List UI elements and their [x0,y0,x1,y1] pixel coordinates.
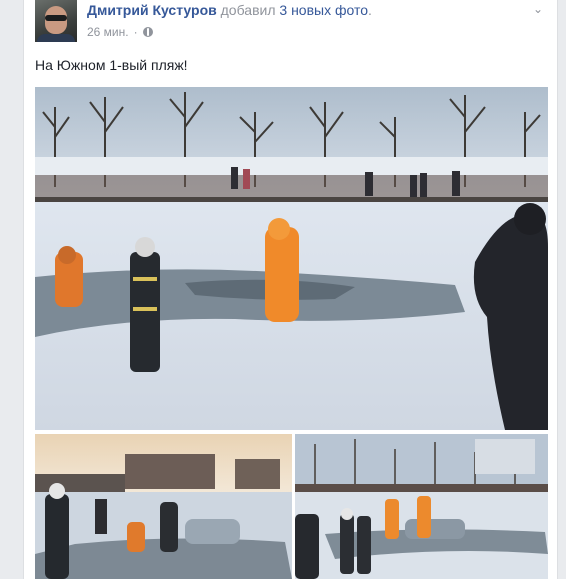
post-action: добавил [220,2,276,18]
photo-thumbnail-3-image [295,434,548,579]
author-name[interactable]: Дмитрий Кустуров [87,2,217,18]
post-meta: 26 мин. · [87,25,153,39]
user-avatar[interactable] [35,0,77,42]
meta-separator: · [133,25,138,39]
main-photo-image [35,87,548,430]
post-timestamp[interactable]: 26 мин. [87,25,129,39]
avatar-sunglasses [45,15,67,21]
chevron-down-icon[interactable]: ⌄ [531,3,545,15]
post-text: На Южном 1-вый пляж! [35,57,188,73]
photo-thumbnail-2-image [35,434,292,579]
post-header: Дмитрий Кустуров добавил 3 новых фото. [87,2,372,18]
post-card: Дмитрий Кустуров добавил 3 новых фото. 2… [23,0,558,579]
photo-thumbnail-2[interactable] [35,434,292,579]
globe-icon[interactable] [142,27,153,37]
photo-thumbnail-3[interactable] [295,434,548,579]
main-photo[interactable] [35,87,548,430]
photos-link[interactable]: 3 новых фото [279,2,368,18]
avatar-shirt [37,34,75,42]
post-action-end: . [368,2,372,18]
